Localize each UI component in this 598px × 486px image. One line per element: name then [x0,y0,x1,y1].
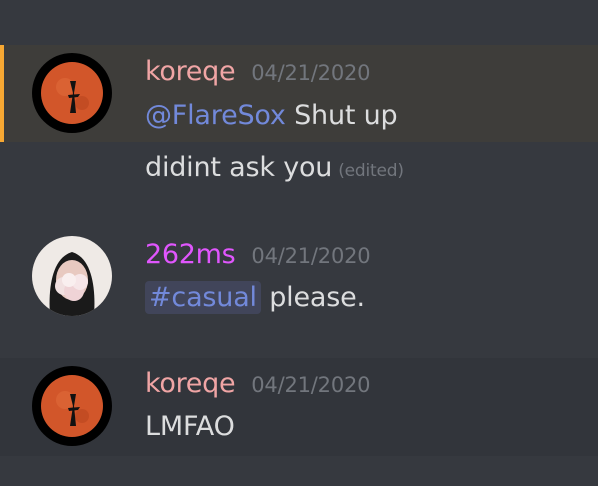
timestamp: 04/21/2020 [251,373,371,397]
message-header: 262ms 04/21/2020 [145,238,371,272]
message-content: @FlareSox Shut up [145,98,398,134]
username[interactable]: koreqe [145,367,236,401]
message-text: Shut up [294,100,398,131]
message-text: LMFAO [145,411,235,442]
avatar[interactable] [32,53,112,133]
message-group: koreqe 04/21/2020 LMFAO [0,358,598,456]
message-text: please. [269,282,365,313]
username[interactable]: koreqe [145,55,236,89]
message-group: koreqe 04/21/2020 @FlareSox Shut up [0,45,598,142]
timestamp: 04/21/2020 [251,61,371,85]
avatar[interactable] [32,366,112,446]
message-header: koreqe 04/21/2020 [145,55,371,89]
moon-avatar-icon [32,366,112,446]
message-content: LMFAO [145,409,235,445]
message-header: koreqe 04/21/2020 [145,367,371,401]
message-content: #casual please. [145,280,365,316]
message-text: didint ask you [145,152,333,183]
username[interactable]: 262ms [145,238,236,272]
message-content-followup: didint ask you (edited) [145,150,404,189]
mention-indicator [0,45,4,142]
profile-photo-avatar [32,236,112,316]
timestamp: 04/21/2020 [251,244,371,268]
moon-avatar-icon [32,53,112,133]
avatar[interactable] [32,236,112,316]
message-group: 262ms 04/21/2020 #casual please. [0,228,598,328]
user-mention[interactable]: @FlareSox [145,100,286,131]
edited-label: (edited) [338,161,404,181]
channel-mention[interactable]: #casual [145,281,261,314]
